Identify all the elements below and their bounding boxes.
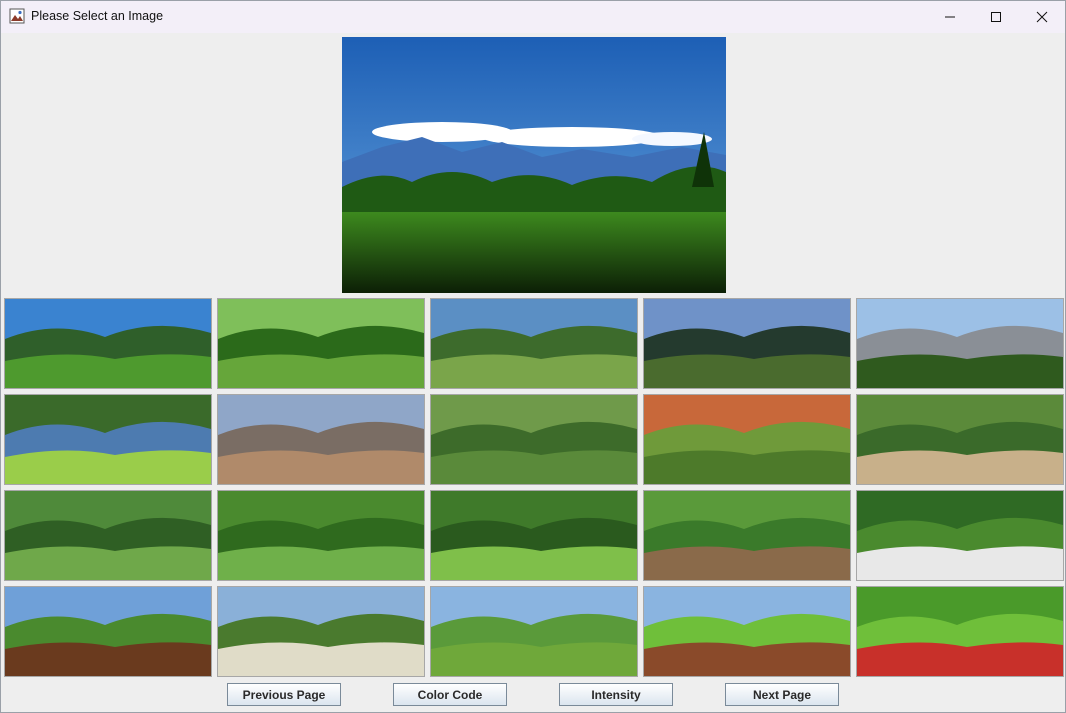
next-page-button[interactable]: Next Page (725, 683, 839, 706)
thumbnail-image[interactable] (430, 298, 638, 389)
thumbnail-image[interactable] (4, 394, 212, 485)
thumbnail-image[interactable] (217, 490, 425, 581)
preview-image (342, 37, 726, 293)
close-icon (1036, 11, 1048, 23)
thumbnail-image[interactable] (217, 298, 425, 389)
maximize-button[interactable] (973, 1, 1019, 33)
minimize-button[interactable] (927, 1, 973, 33)
java-app-icon (9, 8, 25, 24)
thumbnail-image[interactable] (430, 394, 638, 485)
thumbnail-image[interactable] (217, 394, 425, 485)
thumbnail-image[interactable] (856, 490, 1064, 581)
thumbnail-image[interactable] (4, 586, 212, 677)
maximize-icon (991, 12, 1001, 22)
title-bar[interactable]: Please Select an Image (1, 1, 1065, 33)
thumbnail-image[interactable] (856, 394, 1064, 485)
thumbnail-image[interactable] (643, 298, 851, 389)
thumbnail-image[interactable] (856, 298, 1064, 389)
thumbnail-image[interactable] (643, 490, 851, 581)
app-window: Please Select an Image Previous Page Col… (0, 0, 1066, 713)
thumbnail-image[interactable] (856, 586, 1064, 677)
minimize-icon (945, 16, 955, 18)
intensity-button[interactable]: Intensity (559, 683, 673, 706)
thumbnail-image[interactable] (643, 394, 851, 485)
thumbnail-image[interactable] (643, 586, 851, 677)
thumbnail-image[interactable] (4, 490, 212, 581)
color-code-button[interactable]: Color Code (393, 683, 507, 706)
close-button[interactable] (1019, 1, 1065, 33)
window-title: Please Select an Image (31, 9, 164, 23)
thumbnail-image[interactable] (217, 586, 425, 677)
thumbnail-image[interactable] (430, 586, 638, 677)
thumbnail-image[interactable] (430, 490, 638, 581)
thumbnail-image[interactable] (4, 298, 212, 389)
previous-page-button[interactable]: Previous Page (227, 683, 341, 706)
